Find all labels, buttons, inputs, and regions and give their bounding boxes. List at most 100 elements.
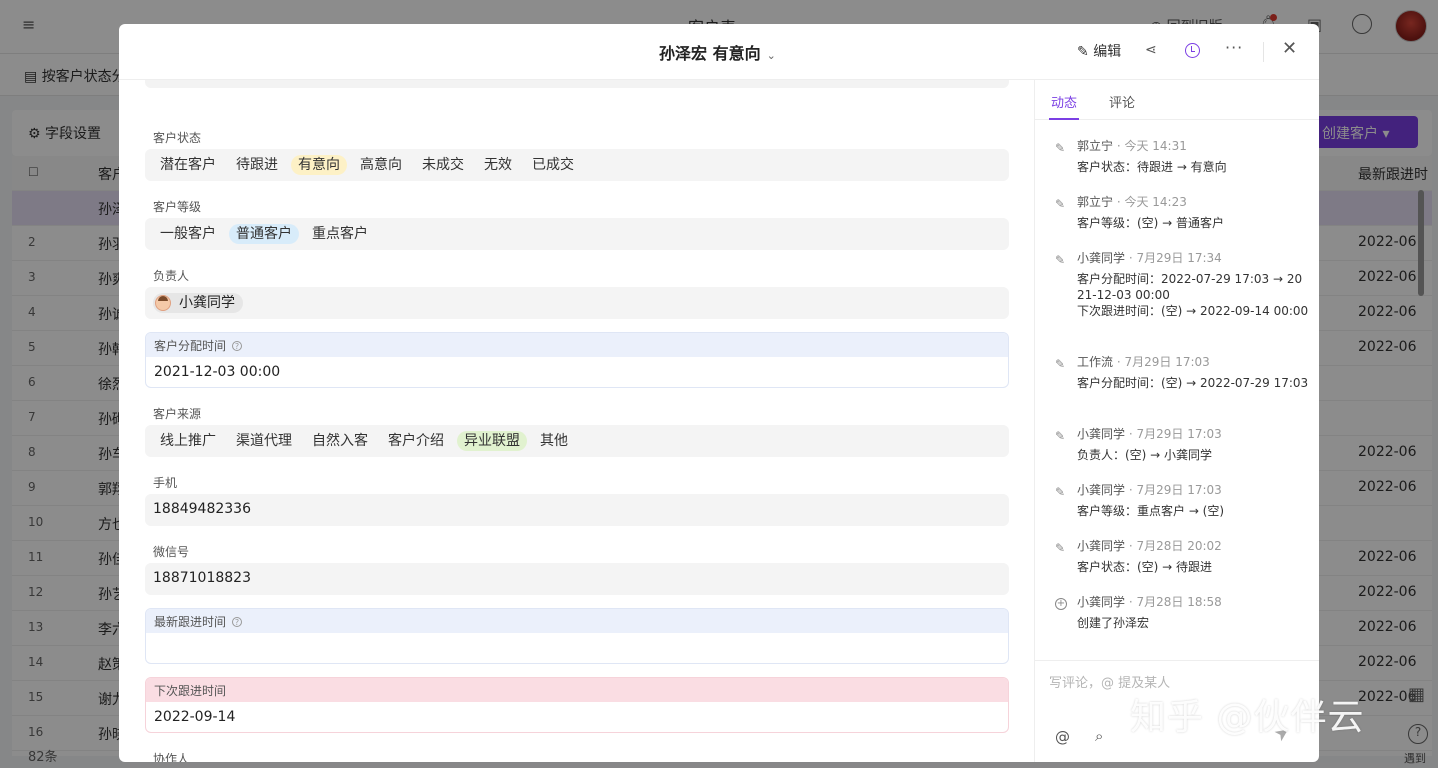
next-follow-value: 2022-09-14 — [154, 709, 236, 725]
assign-time-label-text: 客户分配时间 — [154, 339, 227, 353]
activity-user[interactable]: 小龚同学 — [1077, 427, 1125, 441]
status-option[interactable]: 未成交 — [415, 155, 471, 175]
activity-header: 小龚同学 · 7月29日 17:34 — [1077, 249, 1222, 266]
next-follow-label: 下次跟进时间 — [154, 684, 227, 698]
mention-icon[interactable]: @ — [1055, 728, 1070, 746]
pencil-icon: ✎ — [1055, 253, 1066, 267]
last-follow-field[interactable]: 最新跟进时间? — [145, 608, 1009, 664]
activity-body: 客户分配时间：2022-07-29 17:03 → 2021-12-03 00:… — [1077, 271, 1309, 319]
edit-button[interactable]: ✎ 编辑 — [1077, 41, 1121, 61]
status-option[interactable]: 已成交 — [525, 155, 581, 175]
wechat-field[interactable]: 18871018823 — [145, 563, 1009, 595]
status-option[interactable]: 高意向 — [353, 155, 409, 175]
tab-comments[interactable]: 评论 — [1109, 92, 1135, 111]
level-option[interactable]: 一般客户 — [153, 224, 223, 244]
help-icon[interactable]: ? — [232, 341, 243, 351]
attachment-icon[interactable]: ⌕ — [1095, 727, 1103, 745]
status-options: 潜在客户 待跟进 有意向 高意向 未成交 无效 已成交 — [145, 149, 1009, 181]
assign-time-label: 客户分配时间? — [154, 337, 243, 354]
modal-title-text: 孙泽宏 有意向 — [659, 44, 761, 63]
activity-change-line: 负责人：(空) → 小龚同学 — [1077, 448, 1213, 462]
more-icon[interactable]: ··· — [1225, 38, 1243, 57]
activity-header: 小龚同学 · 7月28日 18:58 — [1077, 593, 1222, 610]
wechat-label: 微信号 — [153, 545, 190, 559]
wechat-value: 18871018823 — [153, 570, 251, 586]
source-option[interactable]: 客户介绍 — [381, 431, 451, 451]
status-option[interactable]: 潜在客户 — [153, 155, 223, 175]
activity-body: 负责人：(空) → 小龚同学 — [1077, 447, 1309, 463]
previous-field-box — [145, 80, 1009, 88]
assign-time-field[interactable]: 客户分配时间? 2021-12-03 00:00 — [145, 332, 1009, 388]
modal-title[interactable]: 孙泽宏 有意向 ⌄ — [659, 40, 776, 64]
activity-time: · 今天 14:31 — [1116, 139, 1187, 153]
activity-header: 郭立宁 · 今天 14:23 — [1077, 193, 1187, 210]
level-options: 一般客户 普通客户 重点客户 — [145, 218, 1009, 250]
source-option[interactable]: 渠道代理 — [229, 431, 299, 451]
activity-body: 客户状态：待跟进 → 有意向 — [1077, 159, 1309, 175]
person-avatar — [155, 295, 171, 311]
chevron-down-icon: ⌄ — [766, 49, 776, 62]
activity-change-line: 下次跟进时间：(空) → 2022-09-14 00:00 — [1077, 304, 1309, 318]
activity-change-line: 客户分配时间：(空) → 2022-07-29 17:03 — [1077, 376, 1309, 390]
level-option[interactable]: 重点客户 — [305, 224, 375, 244]
activity-body: 客户等级：重点客户 → (空) — [1077, 503, 1309, 519]
activity-change-line: 客户分配时间：2022-07-29 17:03 → 2021-12-03 00:… — [1077, 272, 1303, 302]
source-option[interactable]: 其他 — [533, 431, 575, 451]
activity-time: · 7月29日 17:34 — [1128, 251, 1222, 265]
pencil-icon: ✎ — [1055, 429, 1066, 443]
owner-tag[interactable]: 小龚同学 — [153, 293, 243, 313]
owner-field[interactable]: 小龚同学 — [145, 287, 1009, 319]
next-follow-field[interactable]: 下次跟进时间 2022-09-14 — [145, 677, 1009, 733]
status-option[interactable]: 待跟进 — [229, 155, 285, 175]
activity-user[interactable]: 小龚同学 — [1077, 539, 1125, 553]
source-option[interactable]: 线上推广 — [153, 431, 223, 451]
source-options: 线上推广 渠道代理 自然入客 客户介绍 异业联盟 其他 — [145, 425, 1009, 457]
owner-label: 负责人 — [153, 269, 190, 283]
assign-time-value: 2021-12-03 00:00 — [154, 364, 281, 380]
share-icon[interactable]: ⋖ — [1145, 42, 1157, 58]
activity-list: ✎ 郭立宁 · 今天 14:31 客户状态：待跟进 → 有意向 ✎ 郭立宁 · 今天 1… — [1035, 120, 1319, 660]
source-option-selected[interactable]: 异业联盟 — [457, 431, 527, 451]
activity-user[interactable]: 小龚同学 — [1077, 483, 1125, 497]
activity-header: 小龚同学 · 7月28日 20:02 — [1077, 537, 1222, 554]
activity-change-line: 创建了孙泽宏 — [1077, 616, 1150, 630]
activity-change-line: 客户等级：(空) → 普通客户 — [1077, 216, 1225, 230]
activity-panel: 动态 评论 ✎ 郭立宁 · 今天 14:31 客户状态：待跟进 → 有意向 ✎ 郭立宁 … — [1034, 80, 1319, 762]
activity-time: · 7月28日 18:58 — [1128, 595, 1222, 609]
activity-body: 客户状态：(空) → 待跟进 — [1077, 559, 1309, 575]
source-label: 客户来源 — [153, 407, 202, 421]
phone-value: 18849482336 — [153, 501, 251, 517]
watermark-text: 知乎 @伙伴云 — [1130, 697, 1365, 738]
plus-circle-icon: + — [1055, 598, 1067, 610]
pencil-icon: ✎ — [1055, 485, 1066, 499]
help-icon[interactable]: ? — [232, 617, 243, 627]
activity-user[interactable]: 郭立宁 — [1077, 195, 1113, 209]
phone-label: 手机 — [153, 476, 178, 490]
activity-body: 客户分配时间：(空) → 2022-07-29 17:03 — [1077, 375, 1309, 391]
close-icon[interactable]: ✕ — [1282, 38, 1297, 59]
activity-header: 郭立宁 · 今天 14:31 — [1077, 137, 1187, 154]
activity-user[interactable]: 郭立宁 — [1077, 139, 1113, 153]
field-highlight — [146, 678, 1008, 702]
activity-user[interactable]: 小龚同学 — [1077, 595, 1125, 609]
last-follow-label-text: 最新跟进时间 — [154, 615, 227, 629]
activity-user[interactable]: 工作流 — [1077, 355, 1113, 369]
level-label: 客户等级 — [153, 200, 202, 214]
pencil-icon: ✎ — [1055, 141, 1066, 155]
tab-activity[interactable]: 动态 — [1051, 92, 1077, 111]
edit-label: 编辑 — [1093, 44, 1122, 60]
activity-user[interactable]: 小龚同学 — [1077, 251, 1125, 265]
source-option[interactable]: 自然入客 — [305, 431, 375, 451]
status-option[interactable]: 无效 — [477, 155, 519, 175]
record-detail-modal: 孙泽宏 有意向 ⌄ ✎ 编辑 ⋖ ··· ✕ 客户状态 潜在客户 待跟进 有意向 … — [119, 24, 1319, 762]
activity-time: · 7月28日 20:02 — [1128, 539, 1222, 553]
activity-time: · 7月29日 17:03 — [1128, 483, 1222, 497]
activity-change-line: 客户状态：待跟进 → 有意向 — [1077, 160, 1227, 174]
activity-change-line: 客户等级：重点客户 → (空) — [1077, 504, 1225, 518]
level-option-selected[interactable]: 普通客户 — [229, 224, 299, 244]
status-option-selected[interactable]: 有意向 — [291, 155, 347, 175]
history-icon[interactable] — [1185, 43, 1200, 58]
activity-header: 工作流 · 7月29日 17:03 — [1077, 353, 1210, 370]
phone-field[interactable]: 18849482336 — [145, 494, 1009, 526]
pencil-icon: ✎ — [1055, 541, 1066, 555]
